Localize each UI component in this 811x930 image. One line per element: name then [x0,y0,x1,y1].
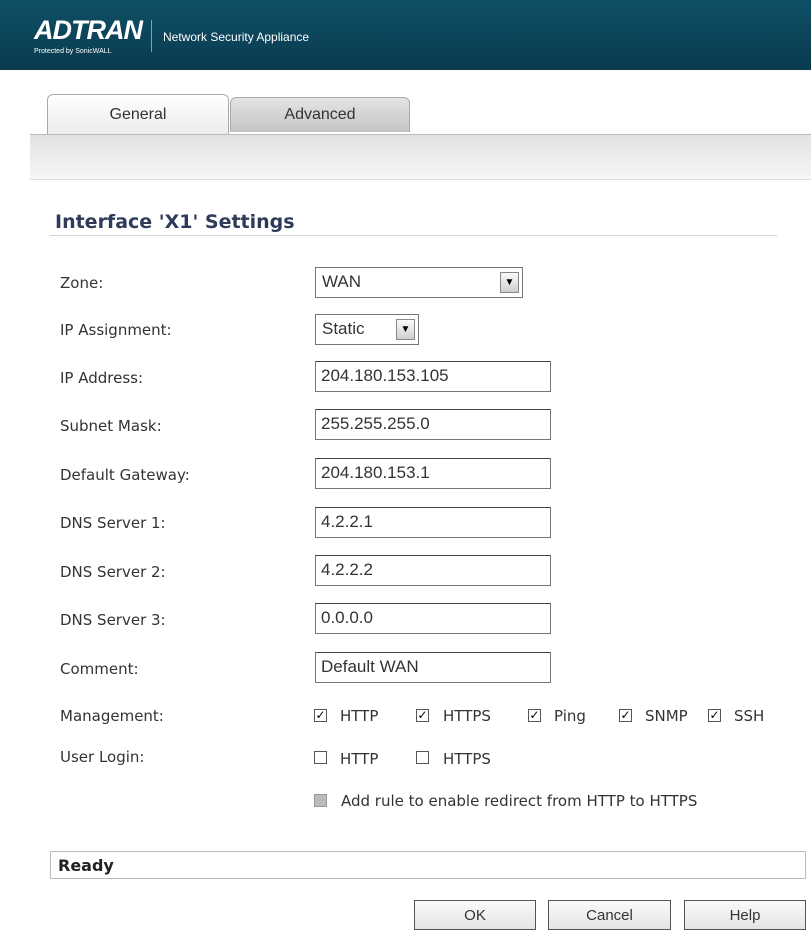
management-label: Management: [60,707,164,725]
tab-advanced[interactable]: Advanced [230,97,410,132]
redirect-rule-label: Add rule to enable redirect from HTTP to… [341,792,698,810]
ip-address-field[interactable]: 204.180.153.105 [315,361,551,392]
management-https-checkbox[interactable]: ✓ [416,709,429,722]
user-login-http-checkbox[interactable] [314,751,327,764]
ip-address-label: IP Address: [60,369,144,387]
ip-assignment-select[interactable]: Static ▼ [315,314,419,345]
header-divider [151,20,152,52]
app-title: Network Security Appliance [163,30,310,44]
chevron-down-icon[interactable]: ▼ [500,272,519,293]
logo-subtext: Protected by SonicWALL [34,48,112,55]
user-login-http-label: HTTP [340,750,379,768]
management-http-label: HTTP [340,707,379,725]
logo-wordmark: ADTRAN [34,15,143,45]
tab-general[interactable]: General [47,94,229,134]
chevron-down-icon[interactable]: ▼ [396,319,415,340]
user-login-label: User Login: [60,748,145,766]
dns1-field[interactable]: 4.2.2.1 [315,507,551,538]
app-header: ADTRAN Protected by SonicWALL Network Se… [0,0,811,70]
redirect-rule-checkbox[interactable] [314,794,327,807]
dns2-field[interactable]: 4.2.2.2 [315,555,551,586]
zone-select-value: WAN [322,272,362,291]
user-login-https-label: HTTPS [443,750,491,768]
section-divider [50,235,777,236]
management-snmp-checkbox[interactable]: ✓ [619,709,632,722]
dns2-label: DNS Server 2: [60,563,166,581]
comment-label: Comment: [60,660,139,678]
dns1-label: DNS Server 1: [60,514,166,532]
section-title: Interface 'X1' Settings [55,211,295,233]
zone-select[interactable]: WAN ▼ [315,267,523,298]
tab-content-strip [30,134,811,180]
management-ping-checkbox[interactable]: ✓ [528,709,541,722]
adtran-logo: ADTRAN Protected by SonicWALL [34,13,143,63]
zone-label: Zone: [60,274,104,292]
comment-field[interactable]: Default WAN [315,652,551,683]
subnet-mask-label: Subnet Mask: [60,417,162,435]
subnet-mask-field[interactable]: 255.255.255.0 [315,409,551,440]
management-ssh-checkbox[interactable]: ✓ [708,709,721,722]
management-ping-label: Ping [554,707,586,725]
default-gateway-field[interactable]: 204.180.153.1 [315,458,551,489]
management-https-label: HTTPS [443,707,491,725]
default-gateway-label: Default Gateway: [60,466,190,484]
dns3-label: DNS Server 3: [60,611,166,629]
user-login-https-checkbox[interactable] [416,751,429,764]
ip-assignment-value: Static [322,319,365,338]
management-snmp-label: SNMP [645,707,688,725]
ip-assignment-label: IP Assignment: [60,321,172,339]
management-ssh-label: SSH [734,707,765,725]
management-http-checkbox[interactable]: ✓ [314,709,327,722]
status-bar: Ready [50,851,806,879]
dns3-field[interactable]: 0.0.0.0 [315,603,551,634]
